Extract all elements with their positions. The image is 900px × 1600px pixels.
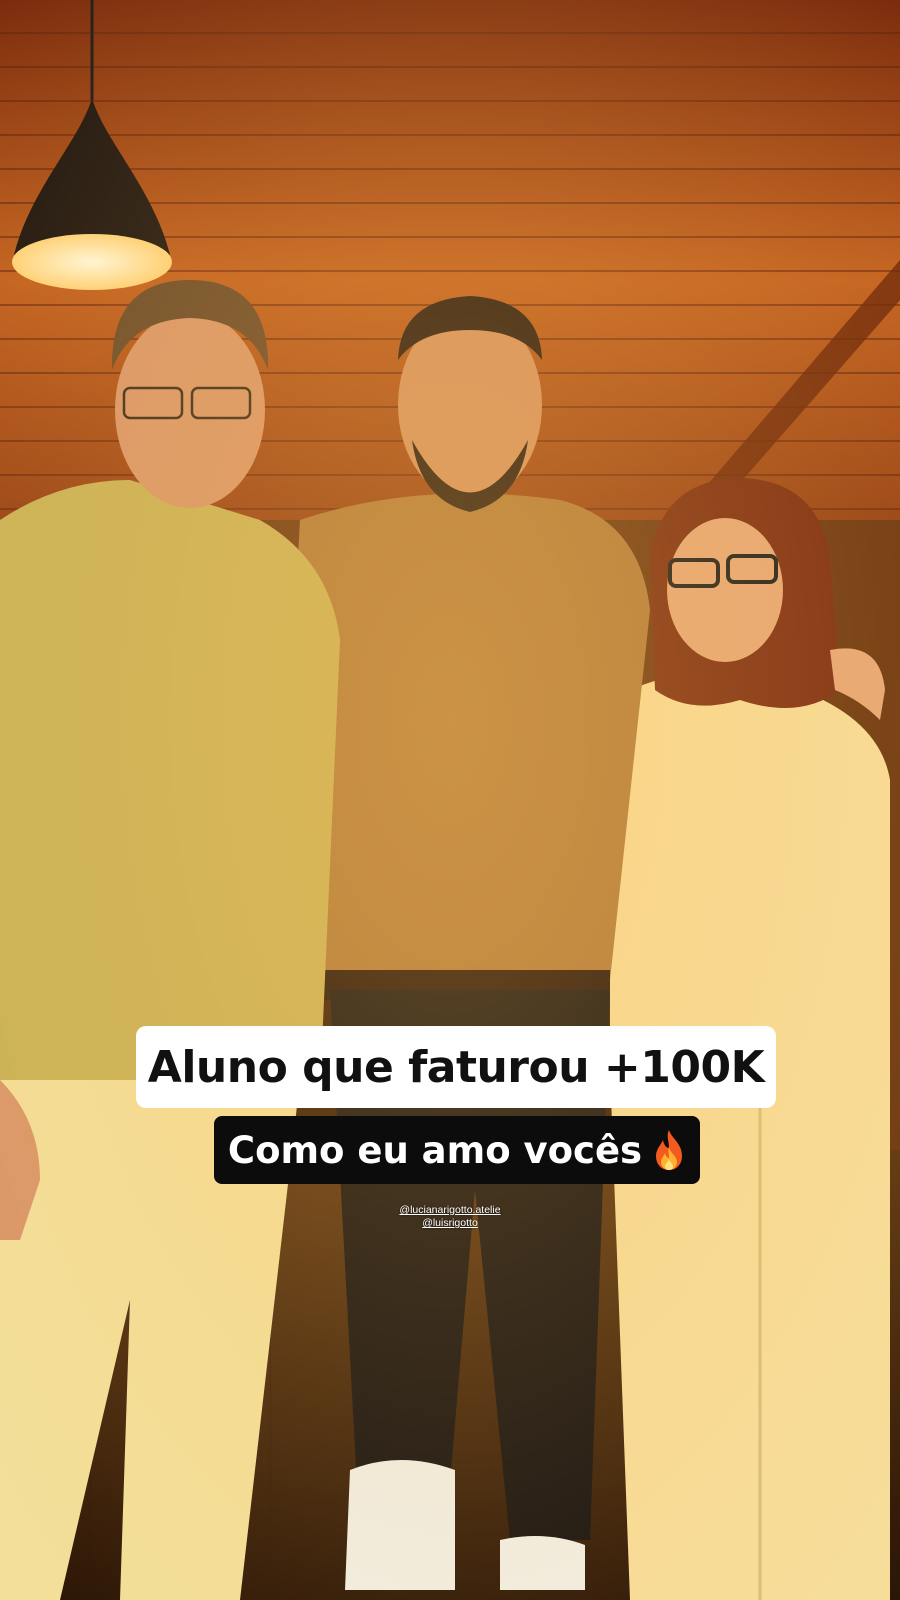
caption-secondary: Como eu amo vocês [214, 1116, 700, 1184]
mention-tag[interactable]: @lucianarigotto.atelie [340, 1204, 560, 1217]
fire-icon [652, 1129, 686, 1171]
story-viewer[interactable]: Aluno que faturou +100K Como eu amo você… [0, 0, 900, 1600]
story-photo [0, 0, 900, 1600]
caption-primary: Aluno que faturou +100K [136, 1026, 776, 1108]
caption-secondary-text: Como eu amo vocês [227, 1128, 643, 1172]
caption-primary-text: Aluno que faturou +100K [147, 1041, 765, 1093]
mention-tags[interactable]: @lucianarigotto.atelie @luisrigotto [340, 1204, 560, 1230]
mention-tag[interactable]: @luisrigotto [340, 1217, 560, 1230]
